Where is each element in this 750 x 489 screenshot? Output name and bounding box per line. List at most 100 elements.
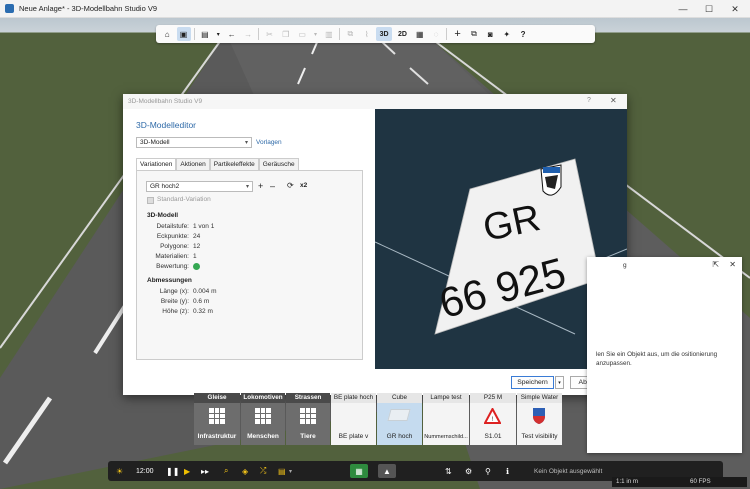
mode-2d-button[interactable]: 2D (394, 27, 410, 41)
tab-variations[interactable]: Variationen (136, 158, 177, 170)
app-icon (5, 4, 14, 13)
undo-icon[interactable]: ← (225, 27, 239, 41)
close-window-button[interactable]: ✕ (722, 0, 748, 18)
catalog-strip: Gleise Infrastruktur Lokomotiven Mensche… (189, 393, 562, 445)
catalog-category-head: Strassen (286, 393, 330, 403)
maximize-button[interactable]: ☐ (696, 0, 722, 18)
toolbar-divider (339, 28, 341, 40)
width-label: Breite (y): (160, 298, 189, 305)
link-icon[interactable]: ⌇ (360, 27, 374, 41)
network-icon[interactable]: ⚲ (485, 464, 491, 478)
duplicate-icon[interactable]: ⧉ (343, 27, 357, 41)
pause-icon[interactable]: ❚❚ (166, 464, 179, 478)
cut-icon[interactable]: ✂ (262, 27, 276, 41)
train-mode-icon[interactable]: ▣ (176, 27, 191, 41)
grid-icon (209, 408, 225, 424)
catalog-item-label: Nummernschild... (424, 434, 468, 440)
height-value: 0.32 m (193, 308, 213, 315)
coat-of-arms-icon (540, 164, 562, 196)
layers-icon[interactable]: ◈ (242, 464, 248, 478)
vertices-label: Eckpunkte: (156, 233, 189, 240)
catalog-category-body: Infrastruktur (194, 403, 240, 445)
redo-icon[interactable]: → (241, 27, 255, 41)
main-toolbar: ⌂ ▣ ▤ ▾ ← → ✂ ❐ ▭ ▾ ▥ ⧉ ⌇ 3D 2D ▦ ◌ + ⧉ … (156, 25, 595, 43)
toolbar-divider (258, 28, 260, 40)
grid-icon[interactable]: ▦ (413, 27, 427, 41)
adjust-icon[interactable]: ⇅ (445, 464, 452, 478)
switch-icon[interactable]: ⤮ (260, 464, 266, 478)
minimize-button[interactable]: — (670, 0, 696, 18)
help-icon[interactable]: ? (516, 27, 530, 41)
camera-icon[interactable]: ◙ (483, 27, 497, 41)
grid-icon (255, 408, 271, 424)
time-display: 12:00 (136, 467, 154, 475)
save-options-chevron-icon[interactable]: ▾ (555, 376, 564, 389)
catalog-category-head: Gleise (194, 393, 240, 403)
save-button[interactable]: Speichern (511, 376, 554, 389)
paste-menu-chevron-icon[interactable]: ▾ (312, 27, 320, 41)
width-value: 0.6 m (193, 298, 210, 305)
toolbar-divider (446, 28, 448, 40)
info-icon[interactable]: ℹ (506, 464, 509, 478)
play-icon[interactable]: ▶ (184, 464, 190, 478)
catalog-item-body: BE plate v (331, 403, 376, 445)
light-icon[interactable]: ◌ (429, 27, 443, 41)
catalog-item[interactable]: BE plate hoch BE plate v (331, 393, 376, 445)
catalog-item-label: S1.01 (484, 433, 502, 440)
grid-icon (300, 408, 316, 424)
catalog-item[interactable]: Simple Water Test visibility (517, 393, 562, 445)
standard-variation-checkbox[interactable] (147, 197, 154, 204)
dimensions-section-title: Abmessungen (147, 277, 192, 284)
dialog-title: 3D-Modellbahn Studio V9 (128, 98, 203, 105)
panel-close-icon[interactable]: ✕ (729, 260, 736, 269)
remove-variation-button[interactable]: – (270, 181, 275, 191)
add-variation-button[interactable]: + (258, 181, 263, 191)
chevron-down-icon[interactable]: ▾ (289, 464, 292, 478)
panel-info-text: len Sie ein Objekt aus, um die ositionie… (596, 351, 718, 367)
save-icon[interactable]: ▤ (198, 27, 212, 41)
search-icon[interactable]: ⌕ (224, 464, 228, 478)
layers-icon[interactable]: ⧉ (467, 27, 481, 41)
catalog-item[interactable]: P25 M ! S1.01 (470, 393, 516, 445)
catalog-grid-button[interactable]: ▦ (350, 464, 368, 478)
settings-gear-icon[interactable]: ⚙ (465, 464, 472, 478)
add-icon[interactable]: + (451, 27, 465, 41)
templates-link[interactable]: Vorlagen (256, 139, 282, 146)
refresh-icon[interactable]: ⟳ (287, 181, 294, 190)
mode-3d-button[interactable]: 3D (376, 27, 393, 41)
chevron-down-icon: ▾ (245, 184, 249, 190)
catalog-item-body: Nummernschild... (423, 403, 469, 445)
model-type-select[interactable]: 3D-Modell ▾ (136, 137, 252, 148)
fast-forward-icon[interactable]: ▸▸ (201, 464, 209, 478)
catalog-category-3[interactable]: Strassen Tiere (286, 393, 330, 445)
copy-icon[interactable]: ❐ (279, 27, 293, 41)
rating-label: Bewertung: (156, 263, 189, 270)
dialog-close-button[interactable]: ✕ (610, 96, 617, 105)
save-menu-chevron-icon[interactable]: ▾ (214, 27, 222, 41)
plugin-icon[interactable]: ✦ (500, 27, 514, 41)
delete-icon[interactable]: ▥ (322, 27, 336, 41)
catalog-category-2[interactable]: Lokomotiven Menschen (241, 393, 285, 445)
catalog-item-head: BE plate hoch (331, 393, 376, 403)
home-icon[interactable]: ⌂ (160, 27, 174, 41)
signal-icon[interactable]: ▤ (278, 464, 286, 478)
terrain-button[interactable]: ▲ (378, 464, 396, 478)
vertices-value: 24 (193, 233, 201, 240)
catalog-item[interactable]: Lampe test Nummernschild... (423, 393, 469, 445)
variation-select[interactable]: GR hoch2 ▾ (146, 181, 253, 192)
catalog-item[interactable]: Cube GR hoch (377, 393, 422, 445)
popout-icon[interactable]: ⇱ (712, 260, 719, 269)
dialog-help-button[interactable]: ? (587, 97, 591, 104)
catalog-category-1[interactable]: Gleise Infrastruktur (194, 393, 240, 445)
tab-sounds[interactable]: Geräusche (258, 158, 299, 170)
catalog-category-label: Menschen (247, 433, 279, 440)
tab-particle-effects[interactable]: Partikeleffekte (209, 158, 259, 170)
sun-icon[interactable]: ☀ (116, 464, 123, 478)
copy-variation-button[interactable]: x2 (300, 182, 307, 189)
tab-actions[interactable]: Aktionen (176, 158, 210, 170)
catalog-category-head: Lokomotiven (241, 393, 285, 403)
catalog-item-head: Lampe test (423, 393, 469, 403)
catalog-item-head: P25 M (470, 393, 516, 403)
paste-icon[interactable]: ▭ (295, 27, 309, 41)
model-section-title: 3D-Modell (147, 212, 179, 219)
